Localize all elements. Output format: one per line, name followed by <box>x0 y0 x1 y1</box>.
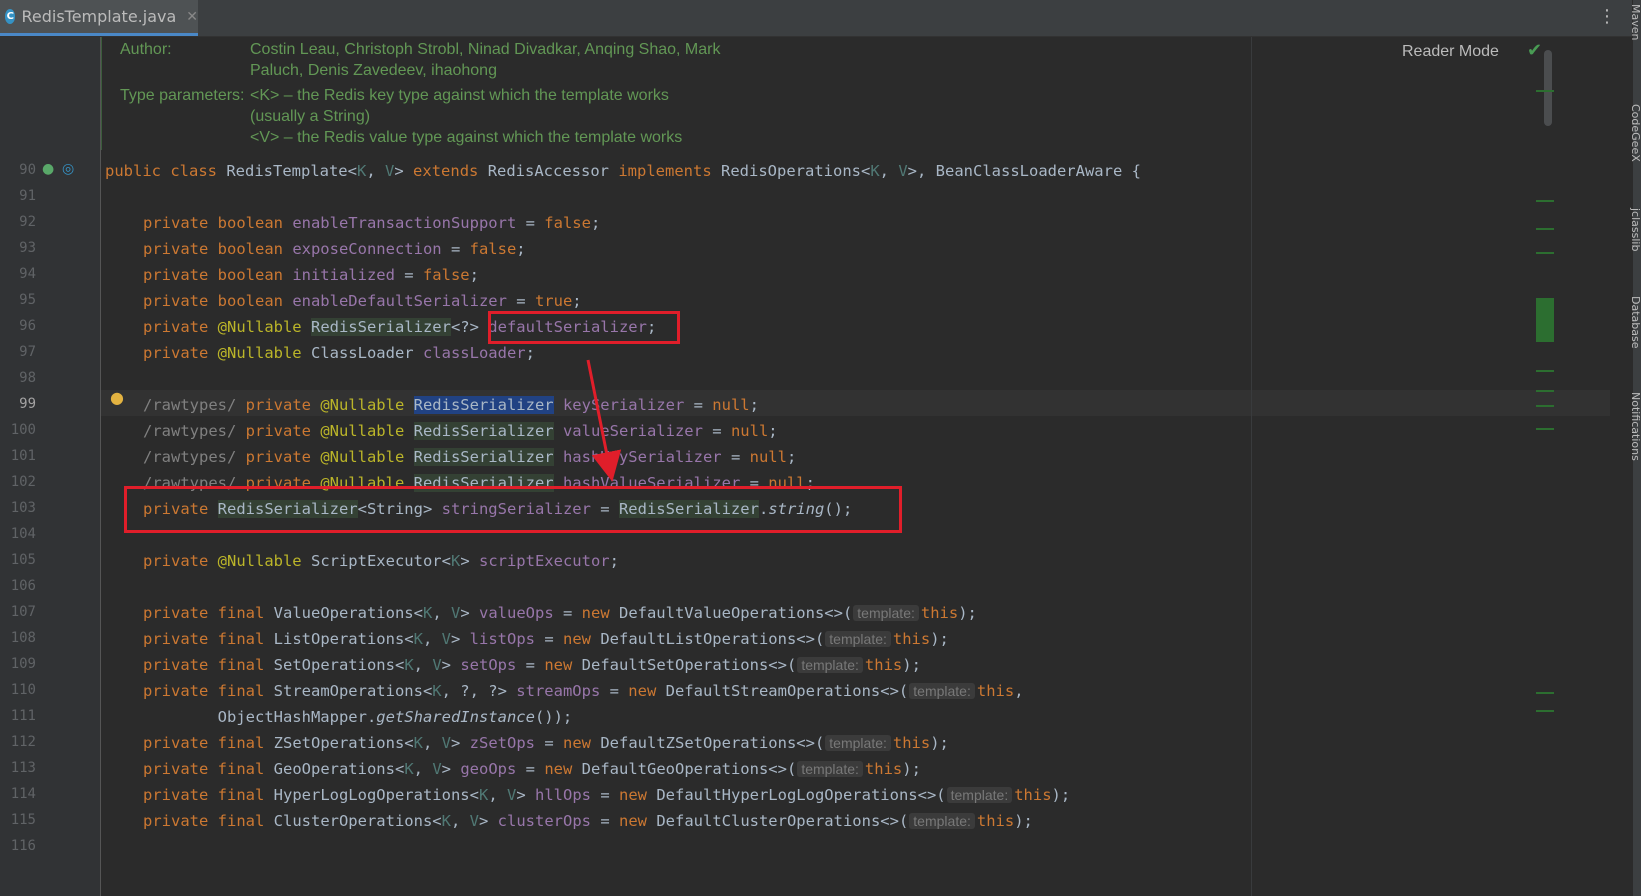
codegeex-tool-button[interactable]: CodeGeeX <box>1629 104 1641 162</box>
vertical-scrollbar[interactable] <box>1610 37 1632 896</box>
change-marker[interactable] <box>1536 228 1554 230</box>
database-tool-button[interactable]: Database <box>1629 296 1641 349</box>
annotation-arrow <box>586 359 622 482</box>
change-marker[interactable] <box>1536 370 1554 372</box>
maven-tool-button[interactable]: Maven <box>1629 4 1641 40</box>
change-marker[interactable] <box>1536 298 1554 342</box>
change-marker[interactable] <box>1536 405 1554 407</box>
change-marker[interactable] <box>1536 428 1554 430</box>
change-marker[interactable] <box>1536 200 1554 202</box>
change-marker[interactable] <box>1536 710 1554 712</box>
jclasslib-tool-button[interactable]: jclasslib <box>1629 208 1641 251</box>
change-marker[interactable] <box>1536 252 1554 254</box>
change-marker[interactable] <box>1536 692 1554 694</box>
right-tool-window-bar: Maven CodeGeeX jclasslib Database Notifi… <box>1629 0 1641 896</box>
change-marker[interactable] <box>1536 90 1554 92</box>
scrollbar-thumb[interactable] <box>1544 50 1552 126</box>
notifications-tool-button[interactable]: Notifications <box>1629 392 1641 461</box>
change-marker[interactable] <box>1536 390 1554 392</box>
